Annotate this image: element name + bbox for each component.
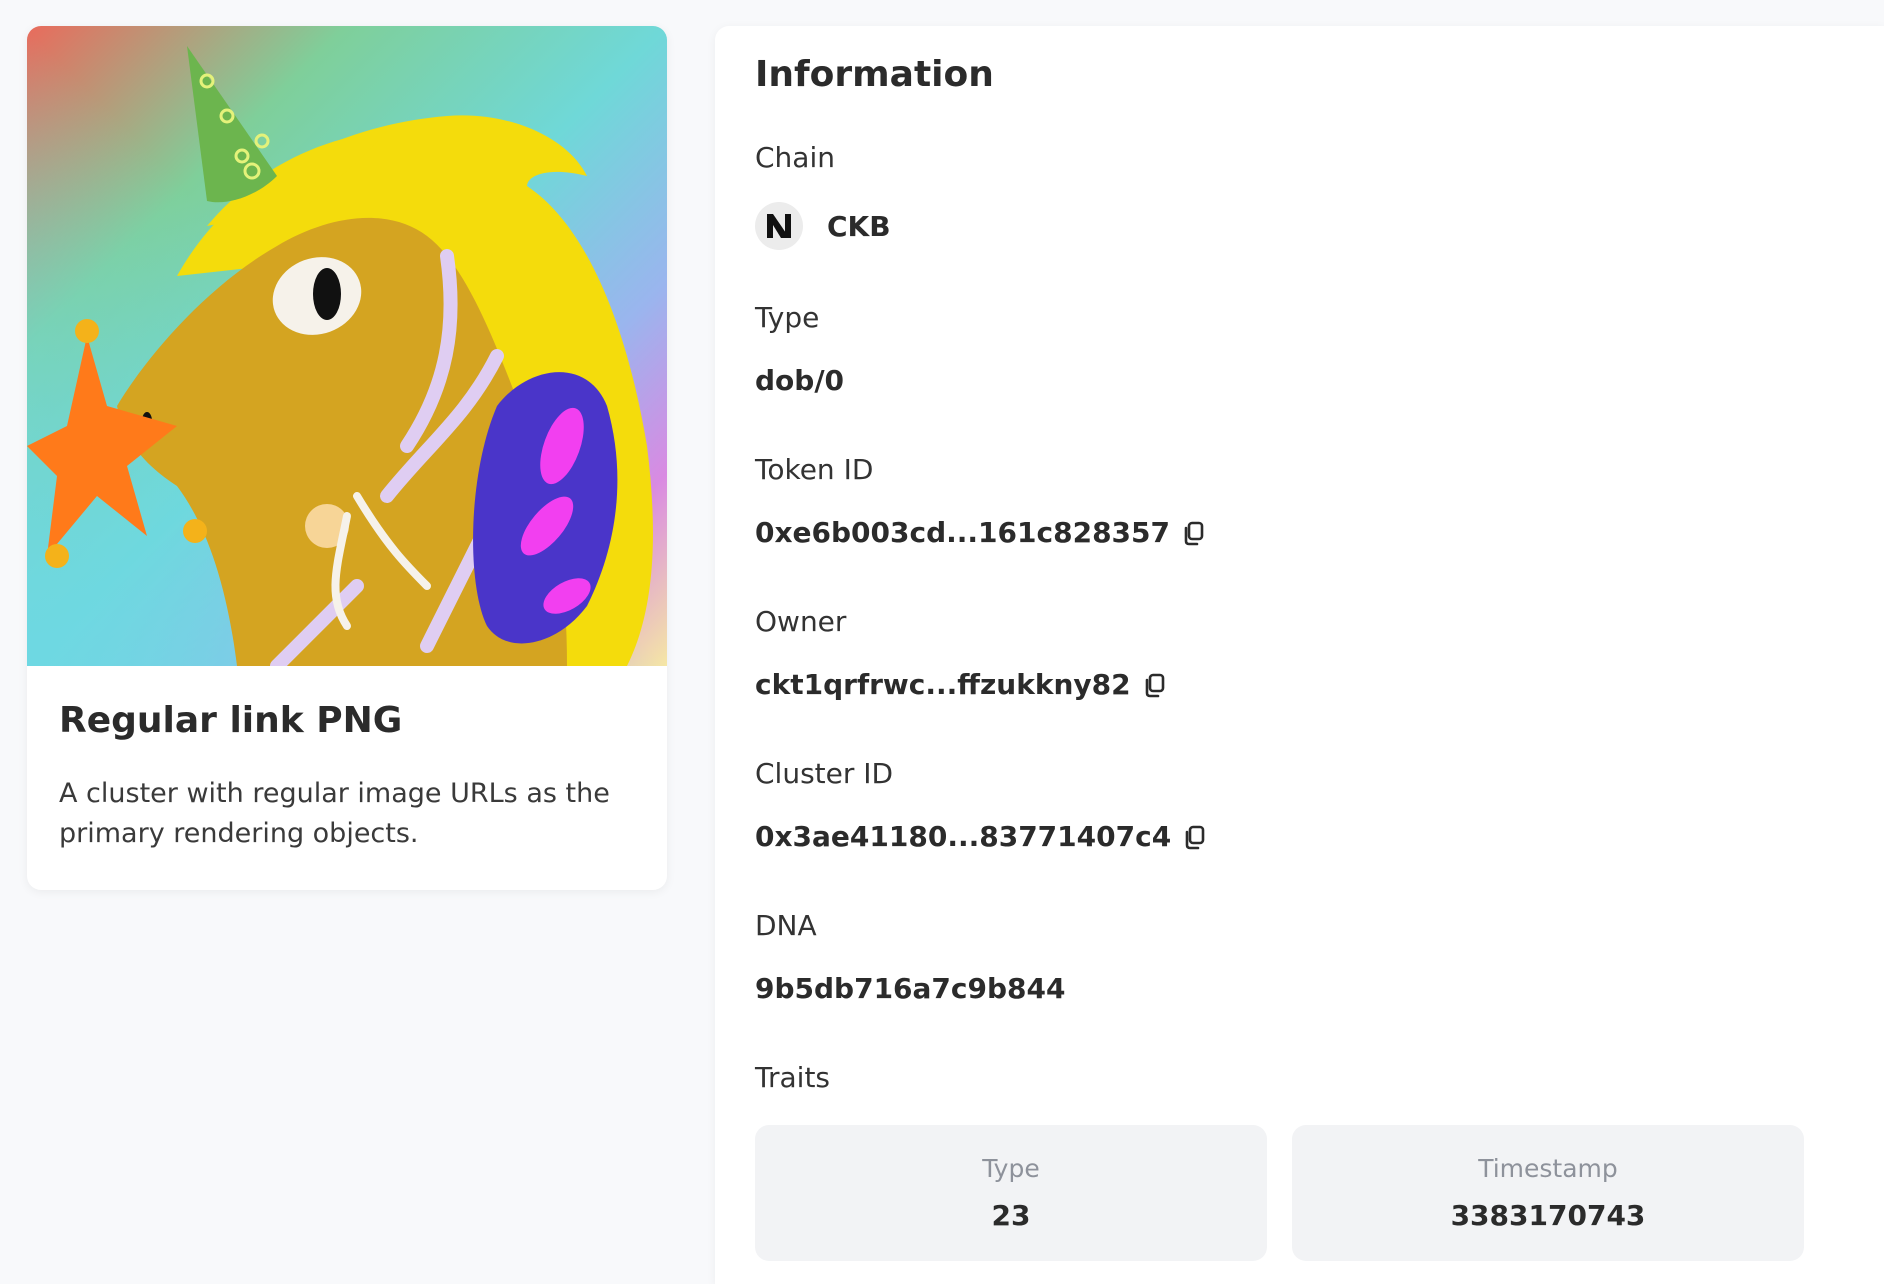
information-panel: Information Chain CKB Type dob/0 Token I…: [715, 26, 1884, 1284]
information-heading: Information: [755, 54, 994, 95]
token-id-text: 0xe6b003cd...161c828357: [755, 516, 1170, 549]
trait-name: Type: [982, 1154, 1040, 1183]
type-label: Type: [755, 301, 820, 334]
copy-icon[interactable]: [1182, 520, 1206, 546]
unicorn-illustration: [27, 26, 667, 666]
trait-card: Type 23: [755, 1125, 1267, 1261]
trait-value: 3383170743: [1450, 1199, 1646, 1232]
copy-icon[interactable]: [1183, 824, 1207, 850]
nft-title: Regular link PNG: [59, 700, 403, 741]
token-id-value: 0xe6b003cd...161c828357: [755, 515, 1206, 551]
nft-body: Regular link PNG A cluster with regular …: [59, 698, 635, 854]
type-value-text: dob/0: [755, 364, 845, 397]
chain-value: CKB: [827, 209, 891, 243]
dna-label: DNA: [755, 909, 817, 942]
owner-text: ckt1qrfrwc...ffzukkny82: [755, 668, 1131, 701]
traits-list: Type 23 Timestamp 3383170743: [755, 1125, 1804, 1261]
page: Regular link PNG A cluster with regular …: [0, 0, 1884, 1284]
copy-icon[interactable]: [1143, 672, 1167, 698]
nervos-logo-icon: [755, 202, 803, 250]
trait-name: Timestamp: [1478, 1154, 1618, 1183]
nft-description: A cluster with regular image URLs as the…: [59, 778, 610, 849]
token-id-label: Token ID: [755, 453, 874, 486]
cluster-id-value: 0x3ae41180...83771407c4: [755, 819, 1207, 855]
trait-value: 23: [991, 1199, 1031, 1232]
type-value: dob/0: [755, 363, 844, 399]
chain-value-row: CKB: [755, 202, 891, 250]
dna-value: 9b5db716a7c9b844: [755, 971, 1066, 1007]
owner-label: Owner: [755, 605, 847, 638]
nft-image: [27, 26, 667, 666]
owner-value: ckt1qrfrwc...ffzukkny82: [755, 667, 1167, 703]
chain-label: Chain: [755, 141, 835, 174]
cluster-id-label: Cluster ID: [755, 757, 894, 790]
cluster-id-text: 0x3ae41180...83771407c4: [755, 820, 1172, 853]
dna-text: 9b5db716a7c9b844: [755, 972, 1066, 1005]
nft-card[interactable]: Regular link PNG A cluster with regular …: [27, 26, 667, 890]
traits-label: Traits: [755, 1061, 831, 1094]
trait-card: Timestamp 3383170743: [1292, 1125, 1804, 1261]
